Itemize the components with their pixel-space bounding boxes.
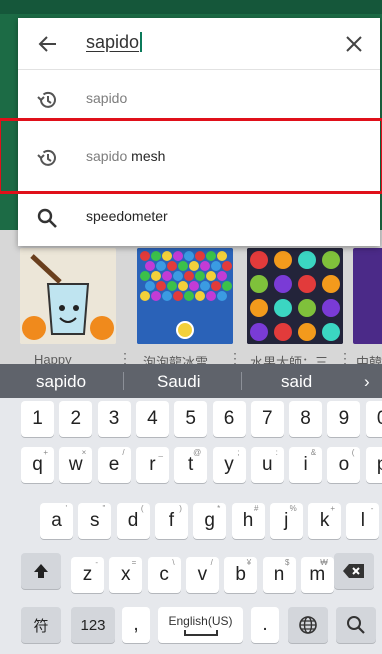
suggestion-suffix: speedometer — [86, 208, 168, 224]
app-top-bar — [0, 0, 382, 14]
search-icon[interactable] — [336, 607, 376, 643]
history-icon — [37, 91, 56, 108]
key-s[interactable]: s " — [78, 503, 112, 539]
key-9[interactable]: 9 — [327, 401, 361, 437]
key-v[interactable]: v / — [185, 557, 219, 593]
key-hint: * — [217, 504, 221, 513]
key-t[interactable]: t @ — [174, 447, 208, 483]
key-z[interactable]: z- — [71, 557, 104, 593]
key-b[interactable]: b ¥ — [224, 557, 258, 593]
key-d[interactable]: d( — [116, 503, 150, 539]
key-hint: ( — [140, 504, 144, 513]
chevron-right-icon[interactable]: › — [364, 372, 370, 392]
app-card-happy-glass[interactable] — [20, 248, 116, 344]
key-hint: × — [81, 448, 87, 457]
key-0[interactable]: 0 — [365, 401, 382, 437]
key-hint: _ — [158, 448, 163, 457]
key-hint: @ — [193, 448, 202, 457]
key-f[interactable]: f) — [154, 503, 188, 539]
key-hint: # — [254, 504, 259, 513]
search-bar: sapido — [18, 18, 380, 70]
app-card-fruit-master[interactable] — [247, 248, 343, 344]
key-j[interactable]: j% — [269, 503, 303, 539]
key-5[interactable]: 5 — [174, 401, 208, 437]
key-r[interactable]: r _ — [135, 447, 169, 483]
symbols-key[interactable]: 符 — [21, 607, 61, 643]
globe-icon[interactable] — [288, 607, 328, 643]
key-m[interactable]: m ₩ — [300, 557, 334, 593]
key-hint: - — [95, 558, 98, 567]
key-x[interactable]: x = — [109, 557, 143, 593]
key-hint: ' — [65, 504, 67, 513]
candidate-word[interactable]: sapido — [36, 372, 86, 392]
key-hint: ; — [237, 448, 240, 457]
search-input[interactable]: sapido — [86, 32, 143, 53]
key-hint: " — [102, 504, 106, 513]
key-1[interactable]: 1 — [21, 401, 54, 437]
key-hint: % — [289, 504, 297, 513]
key-hint: - — [370, 504, 374, 513]
key-k[interactable]: k + — [308, 503, 342, 539]
search-icon — [37, 208, 57, 228]
key-h[interactable]: h # — [231, 503, 265, 539]
comma-key[interactable]: , — [122, 607, 150, 643]
key-7[interactable]: 7 — [250, 401, 284, 437]
space-label: English(US) — [168, 613, 233, 628]
key-hint: & — [310, 448, 317, 457]
key-hint: + — [330, 504, 336, 513]
key-hint: ( — [351, 448, 355, 457]
suggestion-item[interactable]: speedometer — [18, 188, 380, 246]
key-hint: ¥ — [246, 558, 252, 567]
key-g[interactable]: g * — [193, 503, 227, 539]
key-8[interactable]: 8 — [289, 401, 323, 437]
candidate-word[interactable]: said — [281, 372, 312, 392]
candidate-divider — [123, 372, 124, 390]
numbers-key[interactable]: 123 — [71, 607, 115, 643]
key-hint: $ — [285, 558, 290, 567]
key-hint: ) — [179, 504, 182, 513]
arrow-left-icon[interactable] — [32, 28, 64, 60]
key-u[interactable]: u: — [250, 447, 284, 483]
key-hint: + — [43, 448, 48, 457]
key-hint: / — [122, 448, 125, 457]
key-2[interactable]: 2 — [59, 401, 93, 437]
key-p[interactable]: p) — [365, 447, 382, 483]
key-a[interactable]: a ' — [40, 503, 73, 539]
key-hint: : — [275, 448, 278, 457]
candidate-word[interactable]: Saudi — [157, 372, 200, 392]
key-4[interactable]: 4 — [135, 401, 169, 437]
period-key[interactable]: . — [251, 607, 279, 643]
key-c[interactable]: c \ — [147, 557, 181, 593]
app-icon-image — [137, 248, 233, 344]
key-6[interactable]: 6 — [212, 401, 246, 437]
key-y[interactable]: y; — [212, 447, 246, 483]
app-card-partial[interactable] — [353, 248, 382, 344]
key-o[interactable]: o( — [327, 447, 361, 483]
shift-icon[interactable] — [21, 553, 61, 589]
close-icon[interactable] — [338, 28, 370, 60]
backspace-icon[interactable] — [334, 553, 374, 589]
key-hint: = — [131, 558, 137, 567]
app-card-bubble-shooter[interactable] — [137, 248, 233, 344]
suggestion-prefix: sapido — [86, 90, 128, 106]
highlight-box — [0, 118, 382, 194]
app-icon-image — [20, 248, 116, 344]
key-i[interactable]: i & — [289, 447, 323, 483]
text-cursor — [140, 32, 143, 52]
key-hint: / — [210, 558, 213, 567]
key-l[interactable]: l- — [346, 503, 380, 539]
key-e[interactable]: e / — [97, 447, 131, 483]
key-hint: ₩ — [320, 558, 328, 567]
app-icon-image — [247, 248, 343, 344]
space-key[interactable]: English(US) — [158, 607, 243, 643]
key-3[interactable]: 3 — [97, 401, 131, 437]
candidate-divider — [241, 372, 242, 390]
key-hint: \ — [172, 558, 175, 567]
key-w[interactable]: w × — [59, 447, 93, 483]
screen: Happy ⋮ 泡泡龍冰雪 ⋮ 水果大師：三 ⋮ 中韓 sapido sapid… — [0, 0, 382, 654]
key-q[interactable]: q + — [21, 447, 54, 483]
key-n[interactable]: n $ — [262, 557, 296, 593]
